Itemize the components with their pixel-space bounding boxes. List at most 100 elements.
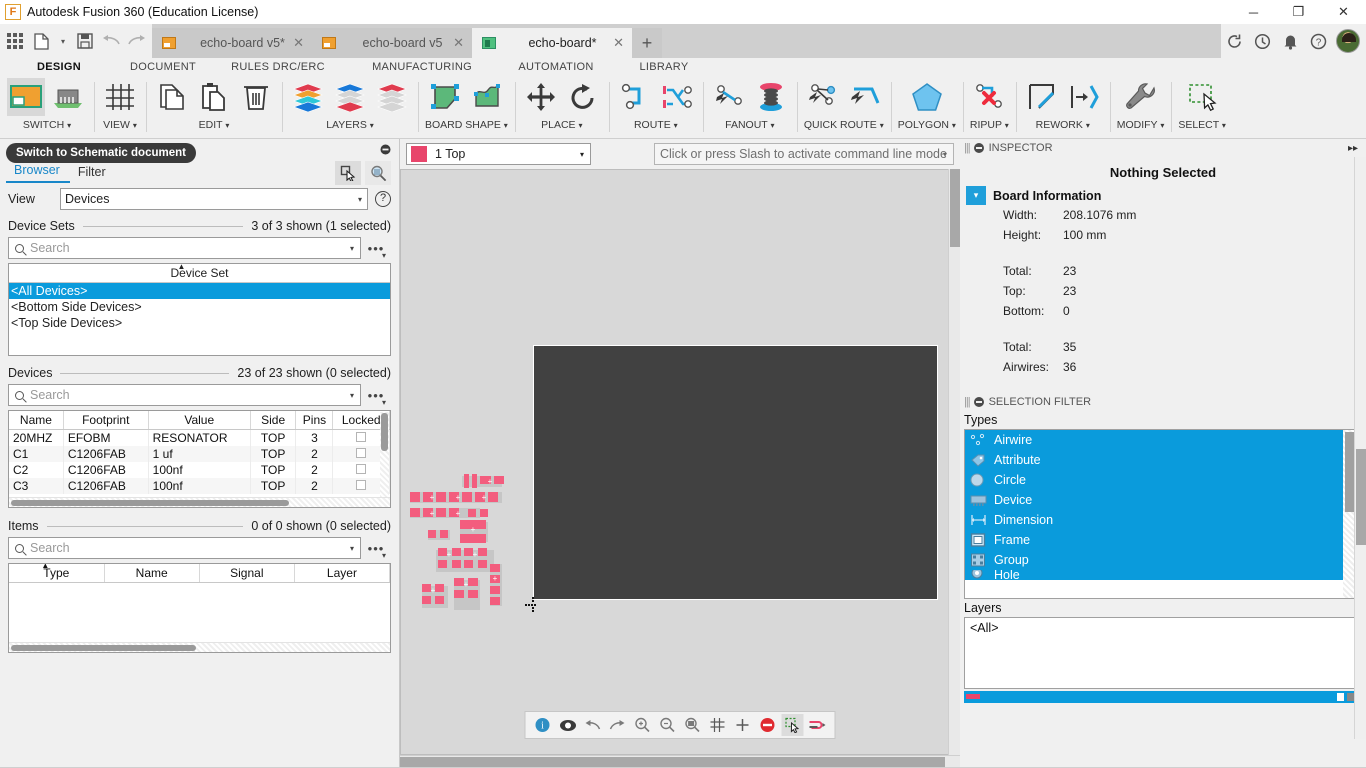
chevron-down-icon[interactable]: ▾ bbox=[350, 544, 354, 553]
chevron-down-icon[interactable]: ▾ bbox=[350, 244, 354, 253]
tab-close-icon[interactable]: ✕ bbox=[613, 35, 624, 51]
add-icon[interactable] bbox=[732, 714, 754, 736]
new-tab-button[interactable]: + bbox=[632, 28, 662, 58]
device-sets-search-input[interactable]: Search ▾ bbox=[8, 237, 361, 259]
devices-horizontal-scrollbar[interactable] bbox=[9, 497, 390, 507]
col-type[interactable]: ▲ Type bbox=[9, 564, 105, 583]
net-class-icon[interactable] bbox=[807, 714, 829, 736]
collapse-icon[interactable] bbox=[973, 397, 984, 407]
tab-close-icon[interactable]: ✕ bbox=[293, 35, 304, 51]
undo-icon[interactable] bbox=[582, 714, 604, 736]
col-value[interactable]: Value bbox=[148, 411, 251, 430]
layer-stack-icon[interactable] bbox=[373, 78, 411, 116]
tab-echo-board-v5[interactable]: echo-board v5 ✕ bbox=[312, 28, 472, 58]
selection-filter-layers-list[interactable]: <All> bbox=[964, 617, 1358, 689]
show-icon[interactable] bbox=[557, 714, 579, 736]
table-row[interactable]: 20MHZ EFOBM RESONATOR TOP 3 bbox=[9, 429, 390, 446]
zoom-in-icon[interactable] bbox=[632, 714, 654, 736]
ribbon-group-label[interactable]: SELECT ▾ bbox=[1178, 119, 1226, 131]
board-curve-icon[interactable] bbox=[468, 78, 506, 116]
minimize-button[interactable]: ─ bbox=[1231, 0, 1276, 24]
items-horizontal-scrollbar[interactable] bbox=[9, 642, 390, 652]
list-item[interactable]: <Bottom Side Devices> bbox=[9, 299, 390, 315]
items-table[interactable]: ▲ Type Name Signal Layer bbox=[8, 563, 391, 653]
filter-item-circle[interactable]: Circle bbox=[965, 470, 1357, 490]
view-select[interactable]: Devices ▾ bbox=[60, 188, 368, 210]
col-name[interactable]: Name bbox=[9, 411, 64, 430]
inspector-vertical-scrollbar[interactable] bbox=[1354, 157, 1366, 739]
table-row[interactable]: C3 C1206FAB 100nf TOP 2 bbox=[9, 478, 390, 494]
select-box-icon[interactable] bbox=[1183, 78, 1221, 116]
select-box-icon[interactable] bbox=[781, 714, 804, 736]
panel-collapse-icon[interactable] bbox=[380, 144, 391, 155]
new-document-icon[interactable] bbox=[28, 26, 54, 56]
zoom-mode-icon[interactable] bbox=[365, 161, 391, 185]
canvas-horizontal-scrollbar[interactable] bbox=[400, 755, 960, 767]
new-document-dropdown-icon[interactable]: ▾ bbox=[54, 26, 72, 56]
ribbon-group-label[interactable]: BOARD SHAPE ▾ bbox=[425, 119, 508, 131]
maximize-button[interactable]: ❐ bbox=[1276, 0, 1321, 24]
selection-filter-types-list[interactable]: Airwire Attribute Circle Device Dimensio… bbox=[964, 429, 1358, 599]
list-item[interactable]: <All Devices> bbox=[9, 283, 390, 299]
undo-icon[interactable] bbox=[98, 26, 124, 56]
locked-checkbox[interactable] bbox=[356, 480, 367, 490]
help-icon[interactable]: ? bbox=[1305, 28, 1331, 54]
ribbon-tab-manufacturing[interactable]: MANUFACTURING bbox=[348, 61, 496, 73]
info-icon[interactable]: i bbox=[532, 714, 554, 736]
board-outline-icon[interactable] bbox=[426, 78, 464, 116]
filter-item-device[interactable]: Device bbox=[965, 490, 1357, 510]
bend-icon[interactable] bbox=[1065, 78, 1103, 116]
ribbon-group-label[interactable]: MODIFY ▾ bbox=[1117, 119, 1165, 131]
items-search-input[interactable]: Search ▾ bbox=[8, 537, 361, 559]
ribbon-group-label[interactable]: REWORK ▾ bbox=[1036, 119, 1090, 131]
filter-item-hole[interactable]: Hole bbox=[965, 570, 1357, 580]
table-row[interactable]: C1 C1206FAB 1 uf TOP 2 bbox=[9, 446, 390, 462]
layer-list-item[interactable]: <All> bbox=[970, 621, 1352, 635]
ribbon-tab-design[interactable]: DESIGN bbox=[0, 61, 118, 73]
route-trace-icon[interactable] bbox=[616, 78, 654, 116]
panel-grip-icon[interactable]: ||| bbox=[964, 142, 971, 154]
app-grid-icon[interactable] bbox=[2, 26, 28, 56]
tab-echo-board[interactable]: echo-board* ✕ bbox=[472, 28, 632, 58]
drc-stop-icon[interactable] bbox=[757, 714, 779, 736]
col-layer[interactable]: Layer bbox=[294, 564, 390, 583]
tab-close-icon[interactable]: ✕ bbox=[453, 35, 464, 51]
move-icon[interactable] bbox=[522, 78, 560, 116]
locked-checkbox[interactable] bbox=[356, 448, 367, 458]
pcb-canvas[interactable]: + + + + + + + + + + + + i bbox=[400, 169, 960, 755]
col-name[interactable]: Name bbox=[104, 564, 200, 583]
help-icon[interactable]: ? bbox=[375, 191, 391, 207]
layer-display-icon[interactable] bbox=[331, 78, 369, 116]
user-avatar[interactable] bbox=[1336, 29, 1360, 53]
devices-more-button[interactable]: ••• ▾ bbox=[361, 388, 391, 407]
ribbon-group-label[interactable]: EDIT ▾ bbox=[199, 119, 230, 131]
close-button[interactable]: ✕ bbox=[1321, 0, 1366, 24]
devices-table[interactable]: Name Footprint Value Side Pins Locked 20… bbox=[8, 410, 391, 508]
tab-echo-board-v5-modified[interactable]: echo-board v5* ✕ bbox=[152, 28, 312, 58]
layer-color-strip[interactable] bbox=[964, 691, 1358, 703]
switch-to-schematic-icon[interactable] bbox=[7, 78, 45, 116]
copy-icon[interactable] bbox=[153, 78, 191, 116]
board-outline[interactable] bbox=[533, 345, 938, 600]
col-pins[interactable]: Pins bbox=[295, 411, 334, 430]
grid-view-icon[interactable] bbox=[101, 78, 139, 116]
tab-filter[interactable]: Filter bbox=[70, 165, 116, 183]
redo-icon[interactable] bbox=[124, 26, 150, 56]
switch-to-3d-icon[interactable] bbox=[49, 78, 87, 116]
list-item[interactable]: <Top Side Devices> bbox=[9, 315, 390, 331]
active-layer-select[interactable]: 1 Top ▾ bbox=[406, 143, 591, 165]
zoom-out-icon[interactable] bbox=[657, 714, 679, 736]
miter-icon[interactable] bbox=[1023, 78, 1061, 116]
device-sets-list[interactable]: ▲ Device Set <All Devices> <Bottom Side … bbox=[8, 263, 391, 356]
table-row[interactable]: C2 C1206FAB 100nf TOP 2 bbox=[9, 462, 390, 478]
ribbon-tab-library[interactable]: LIBRARY bbox=[616, 61, 712, 73]
col-side[interactable]: Side bbox=[250, 411, 297, 430]
devices-vertical-scrollbar[interactable] bbox=[380, 412, 389, 506]
filter-item-group[interactable]: Group bbox=[965, 550, 1357, 570]
route-net-icon[interactable] bbox=[658, 78, 696, 116]
zoom-fit-icon[interactable] bbox=[682, 714, 704, 736]
redo-icon[interactable] bbox=[607, 714, 629, 736]
ribbon-group-label[interactable]: QUICK ROUTE ▾ bbox=[804, 119, 884, 131]
ribbon-group-label[interactable]: VIEW ▾ bbox=[103, 119, 137, 131]
history-icon[interactable] bbox=[1249, 28, 1275, 54]
